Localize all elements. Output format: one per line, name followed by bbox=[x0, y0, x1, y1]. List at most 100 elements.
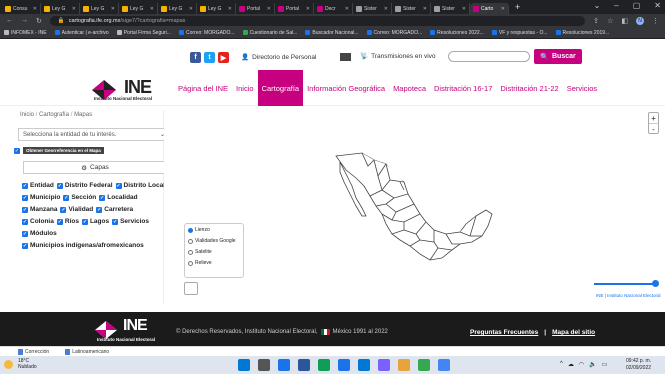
download-item[interactable]: Latinoamericano bbox=[65, 348, 109, 355]
battery-icon[interactable]: ▭ bbox=[602, 361, 608, 368]
url-field[interactable]: 🔒 cartografia.ife.org.mx/sige7/?cartogra… bbox=[49, 15, 586, 26]
map-canvas[interactable]: + - Lienzo Vialidades Google Satelite Relie… bbox=[164, 110, 665, 304]
cloud-icon[interactable]: ☁ bbox=[568, 361, 574, 368]
browser-tab[interactable]: Consu ✕ bbox=[2, 3, 41, 14]
forward-icon[interactable]: → bbox=[21, 17, 28, 24]
breadcrumb-item[interactable]: Inicio bbox=[20, 112, 34, 118]
close-icon[interactable]: ✕ bbox=[267, 6, 271, 12]
checkbox-icon[interactable]: ✓ bbox=[22, 182, 28, 189]
nav-item[interactable]: Cartografía bbox=[257, 70, 304, 106]
checkbox-icon[interactable]: ✓ bbox=[63, 194, 70, 201]
search-button[interactable]: 🔍 Buscar bbox=[534, 49, 582, 64]
layer-checkbox[interactable]: ✓ Manzana bbox=[22, 206, 57, 213]
checkbox-icon[interactable]: ✓ bbox=[112, 218, 119, 225]
minimize-icon[interactable]: – bbox=[614, 1, 618, 10]
basemap-option[interactable]: Vialidades Google bbox=[188, 238, 240, 244]
close-icon[interactable]: ✕ bbox=[111, 6, 115, 12]
bookmark-item[interactable]: Cuestionario de Sal... bbox=[242, 30, 297, 36]
layer-checkbox[interactable]: ✓ Municipio bbox=[22, 194, 60, 201]
taskbar-app-icon[interactable] bbox=[378, 359, 390, 371]
new-tab-button[interactable]: + bbox=[515, 2, 520, 12]
nav-item[interactable]: Información Geográfica bbox=[303, 70, 389, 106]
layer-checkbox[interactable]: ✓ Distrito Federal bbox=[56, 182, 113, 189]
opacity-slider-handle[interactable] bbox=[652, 280, 659, 287]
taskbar-app-icon[interactable] bbox=[398, 359, 410, 371]
checkbox-icon[interactable]: ✓ bbox=[22, 194, 28, 201]
checkbox-icon[interactable]: ✓ bbox=[96, 206, 103, 213]
taskbar-app-icon[interactable] bbox=[338, 359, 350, 371]
weather-widget[interactable]: 18°C Nublado bbox=[18, 358, 37, 370]
bookmark-item[interactable]: Correo: MORGADO... bbox=[366, 30, 422, 36]
download-item[interactable]: Corrección bbox=[18, 348, 49, 355]
opacity-slider[interactable] bbox=[594, 283, 656, 285]
checkbox-icon[interactable]: ✓ bbox=[22, 242, 28, 249]
entity-select[interactable]: Selecciona la entidad de tu interés. ⌄ bbox=[18, 128, 170, 141]
layer-checkbox[interactable]: ✓ Colonia bbox=[22, 218, 54, 225]
bookmark-item[interactable]: Correo: MORGADO... bbox=[178, 30, 235, 36]
bookmark-item[interactable]: Resoluciones 2019... bbox=[555, 30, 609, 36]
chevron-up-icon[interactable]: ^ bbox=[560, 361, 563, 368]
breadcrumb-item[interactable]: Mapas bbox=[74, 112, 92, 118]
layer-checkbox[interactable]: ✓ Ríos bbox=[56, 218, 79, 225]
share-icon[interactable]: ⇪ bbox=[593, 17, 599, 25]
taskbar-app-icon[interactable] bbox=[318, 359, 330, 371]
directory-link[interactable]: 👤 Directorio de Personal bbox=[241, 53, 316, 62]
checkbox-icon[interactable]: ✓ bbox=[14, 147, 20, 154]
sitemap-link[interactable]: Mapa del sitio bbox=[552, 329, 595, 336]
checkbox-icon[interactable]: ✓ bbox=[60, 206, 67, 213]
checkbox-icon[interactable]: ✓ bbox=[56, 218, 63, 225]
nav-item[interactable]: Distritación 21-22 bbox=[496, 70, 562, 106]
browser-tab[interactable]: Sister ✕ bbox=[353, 3, 392, 14]
taskbar-app-icon[interactable] bbox=[278, 359, 290, 371]
close-icon[interactable]: ✕ bbox=[150, 6, 154, 12]
bookmark-item[interactable]: VF y respuestas - O... bbox=[491, 30, 548, 36]
browser-tab[interactable]: Ley G ✕ bbox=[158, 3, 197, 14]
nav-item[interactable]: Inicio bbox=[232, 70, 258, 106]
nav-item[interactable]: Página del INE bbox=[174, 70, 232, 106]
close-icon[interactable]: ✕ bbox=[654, 1, 661, 10]
back-icon[interactable]: ← bbox=[6, 17, 13, 24]
nav-item[interactable]: Servicios bbox=[563, 70, 601, 106]
taskbar-app-icon[interactable] bbox=[238, 359, 250, 371]
browser-tab[interactable]: Ley G ✕ bbox=[119, 3, 158, 14]
layer-checkbox[interactable]: ✓ Municipios indígenas/afromexicanos bbox=[22, 242, 144, 249]
close-icon[interactable]: ✕ bbox=[384, 6, 388, 12]
faq-link[interactable]: Preguntas Frecuentes bbox=[470, 329, 538, 336]
bookmark-item[interactable]: Autenticar | e-archivo bbox=[54, 30, 109, 36]
close-icon[interactable]: ✕ bbox=[189, 6, 193, 12]
bookmark-item[interactable]: INFOMEX - INE bbox=[4, 30, 47, 36]
volume-icon[interactable]: 🔈 bbox=[589, 361, 596, 368]
taskbar-app-icon[interactable] bbox=[438, 359, 450, 371]
browser-tab[interactable]: Carto ✕ bbox=[470, 3, 509, 14]
breadcrumb-item[interactable]: Cartografía bbox=[39, 112, 69, 118]
wifi-icon[interactable]: ◠ bbox=[579, 361, 584, 368]
weather-icon[interactable] bbox=[4, 360, 13, 369]
mexico-map-shape[interactable] bbox=[334, 150, 494, 262]
close-icon[interactable]: ✕ bbox=[501, 6, 505, 12]
layer-checkbox[interactable]: ✓ Módulos bbox=[22, 230, 57, 237]
chevron-down-icon[interactable]: ⌄ bbox=[594, 1, 601, 10]
checkbox-icon[interactable]: ✓ bbox=[56, 182, 63, 189]
basemap-option[interactable]: Relieve bbox=[188, 260, 240, 266]
layer-checkbox[interactable]: ✓ Lagos bbox=[81, 218, 109, 225]
profile-avatar[interactable]: N bbox=[636, 16, 644, 25]
reload-icon[interactable]: ↻ bbox=[36, 17, 42, 25]
radio-icon[interactable] bbox=[188, 260, 193, 266]
checkbox-icon[interactable]: ✓ bbox=[22, 218, 28, 225]
zoom-out-button[interactable]: - bbox=[649, 124, 658, 135]
taskbar-app-icon[interactable] bbox=[418, 359, 430, 371]
browser-tab[interactable]: Portal ✕ bbox=[236, 3, 275, 14]
broadcast-link[interactable]: 📡 Transmisiones en vivo bbox=[360, 52, 436, 61]
browser-tab[interactable]: Sister ✕ bbox=[392, 3, 431, 14]
radio-icon[interactable] bbox=[188, 249, 193, 255]
browser-tab[interactable]: Ley G ✕ bbox=[41, 3, 80, 14]
bookmark-item[interactable]: Resoluciones 2022... bbox=[430, 30, 484, 36]
radio-icon[interactable] bbox=[188, 227, 193, 233]
checkbox-icon[interactable]: ✓ bbox=[99, 194, 106, 201]
facebook-icon[interactable]: f bbox=[190, 52, 201, 63]
layers-button[interactable]: ⚙ Capas bbox=[23, 161, 167, 174]
browser-tab[interactable]: Decr ✕ bbox=[314, 3, 353, 14]
georeference-toggle[interactable]: ✓ Obtener Georreferencia en el Mapa bbox=[14, 147, 104, 154]
layer-checkbox[interactable]: ✓ Vialidad bbox=[60, 206, 93, 213]
layer-checkbox[interactable]: ✓ Localidad bbox=[99, 194, 138, 201]
